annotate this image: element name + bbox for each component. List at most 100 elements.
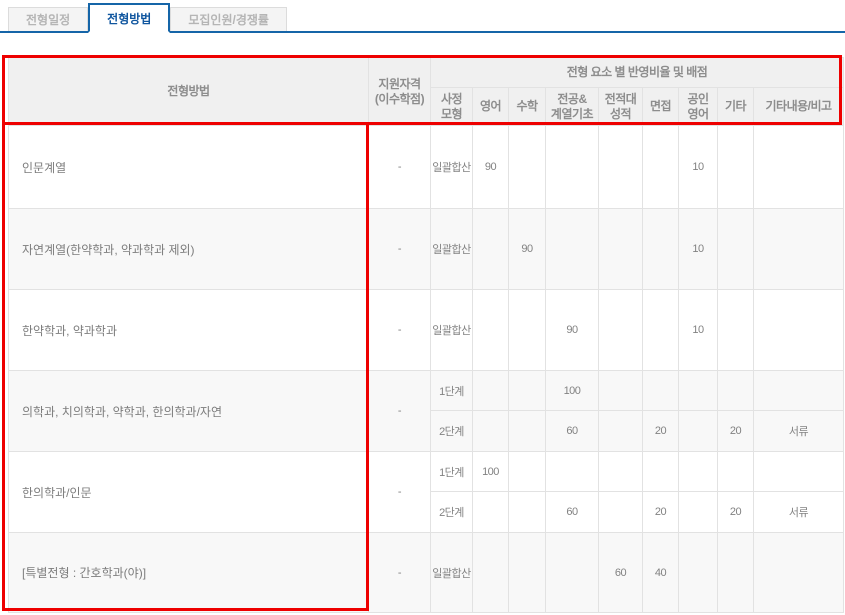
cell-previous-grades [598,410,643,452]
cell-major-basics [545,208,599,290]
cell-major-basics [545,451,599,492]
cell-interview: 20 [642,491,679,533]
col-header-group: 전형 요소 별 반영비율 및 배점 [429,57,845,88]
cell-model: 일괄합산 [430,289,473,371]
cell-previous-grades [598,289,643,371]
table-row: 인문계열 - 일괄합산 90 10 [8,125,845,209]
col-header-model: 사정 모형 [430,87,473,126]
table-row: [특별전형 : 간호학과(야)] - 일괄합산 60 40 [8,532,845,613]
cell-qualification: - [368,125,431,209]
cell-previous-grades [598,125,643,209]
cell-etc: 20 [717,491,754,533]
cell-english [472,289,509,371]
row-name: 한약학과, 약과학과 [8,289,369,371]
tab-bar: 전형일정 전형방법 모집인원/경쟁률 [0,0,845,33]
cell-etc [717,289,754,371]
cell-etc-note: 서류 [752,491,845,533]
cell-previous-grades [598,451,643,492]
table-row: 한의학과/인문 - 1단계 100 [8,451,845,533]
cell-previous-grades [598,491,643,533]
cell-certified-english [678,451,718,492]
col-header-math: 수학 [508,87,546,126]
cell-math: 90 [508,208,546,290]
col-header-method: 전형방법 [8,57,369,126]
cell-previous-grades [598,370,643,411]
cell-previous-grades: 60 [598,532,643,613]
cell-previous-grades [598,208,643,290]
cell-etc [717,451,754,492]
col-header-interview: 면접 [642,87,679,126]
cell-etc-note [752,532,845,613]
cell-english: 90 [472,125,509,209]
cell-certified-english [678,410,718,452]
cell-interview [642,208,679,290]
table-row: 자연계열(한약학과, 약과학과 제외) - 일괄합산 90 10 [8,208,845,290]
cell-model: 일괄합산 [430,208,473,290]
cell-model: 일괄합산 [430,532,473,613]
cell-english [472,370,509,411]
row-name: 한의학과/인문 [8,451,369,533]
cell-certified-english: 10 [678,289,718,371]
tab-recruitment-competition[interactable]: 모집인원/경쟁률 [170,7,287,31]
cell-model: 2단계 [430,410,473,452]
cell-certified-english [678,370,718,411]
row-name: [특별전형 : 간호학과(야)] [8,532,369,613]
row-name: 자연계열(한약학과, 약과학과 제외) [8,208,369,290]
table-row: 한약학과, 약과학과 - 일괄합산 90 10 [8,289,845,371]
cell-math [508,370,546,411]
cell-etc-note [752,451,845,492]
cell-interview [642,289,679,371]
cell-etc [717,532,754,613]
cell-english [472,410,509,452]
row-name: 의학과, 치의학과, 약학과, 한의학과/자연 [8,370,369,452]
cell-major-basics: 60 [545,410,599,452]
tab-admission-schedule[interactable]: 전형일정 [8,7,89,31]
cell-qualification: - [368,208,431,290]
cell-english [472,491,509,533]
cell-etc-note: 서류 [752,410,845,452]
cell-qualification: - [368,289,431,371]
table-row: 의학과, 치의학과, 약학과, 한의학과/자연 - 1단계 100 [8,370,845,452]
admission-method-table: 전형방법 지원자격 (이수학점) 전형 요소 별 반영비율 및 배점 사정 모형… [8,57,845,613]
cell-qualification: - [368,370,431,452]
cell-english: 100 [472,451,509,492]
cell-qualification: - [368,532,431,613]
cell-math [508,125,546,209]
cell-etc: 20 [717,410,754,452]
cell-major-basics: 100 [545,370,599,411]
cell-model: 1단계 [430,370,473,411]
cell-major-basics [545,125,599,209]
cell-interview: 40 [642,532,679,613]
cell-major-basics: 60 [545,491,599,533]
cell-english [472,532,509,613]
cell-interview: 20 [642,410,679,452]
cell-etc [717,370,754,411]
cell-certified-english: 10 [678,208,718,290]
cell-math [508,451,546,492]
cell-math [508,491,546,533]
tab-admission-method[interactable]: 전형방법 [88,3,171,33]
col-header-etc: 기타 [717,87,754,126]
cell-math [508,410,546,452]
cell-english [472,208,509,290]
cell-qualification: - [368,451,431,533]
cell-certified-english [678,491,718,533]
cell-math [508,289,546,371]
cell-interview [642,125,679,209]
cell-major-basics: 90 [545,289,599,371]
cell-etc-note [752,289,845,371]
cell-certified-english [678,532,718,613]
col-header-qualification: 지원자격 (이수학점) [368,57,431,126]
cell-etc-note [752,208,845,290]
cell-interview [642,451,679,492]
col-header-english: 영어 [472,87,509,126]
cell-interview [642,370,679,411]
cell-etc-note [752,370,845,411]
col-header-etc-note: 기타내용/비고 [752,87,845,126]
admission-method-table-wrap: 전형방법 지원자격 (이수학점) 전형 요소 별 반영비율 및 배점 사정 모형… [8,57,845,613]
col-header-certified-english: 공인 영어 [678,87,718,126]
cell-model: 1단계 [430,451,473,492]
row-name: 인문계열 [8,125,369,209]
cell-model: 일괄합산 [430,125,473,209]
cell-certified-english: 10 [678,125,718,209]
